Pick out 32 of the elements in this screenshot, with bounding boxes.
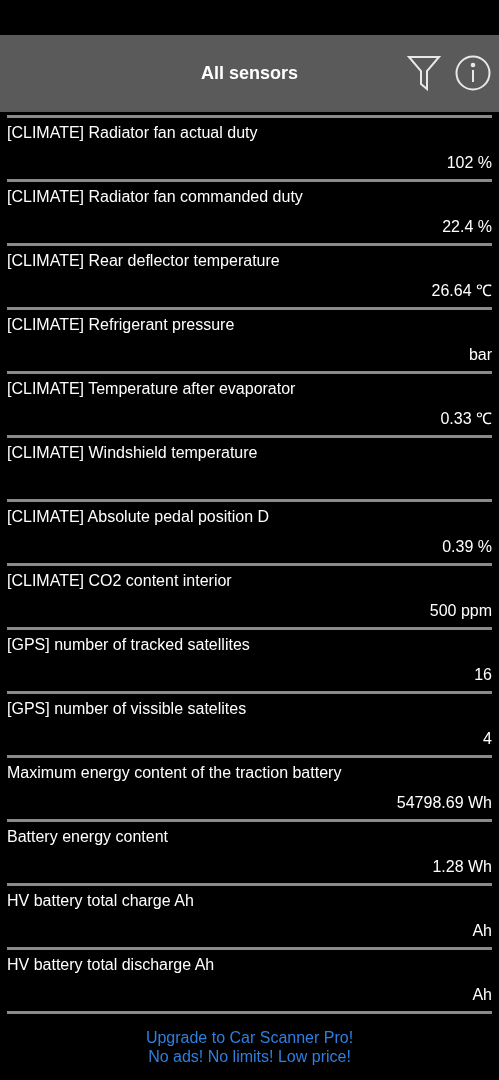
sensor-name: [CLIMATE] Radiator fan actual duty — [7, 123, 258, 143]
sensor-value: 26.64 ℃ — [431, 281, 492, 301]
sensor-value: 0.39 % — [442, 537, 492, 557]
sensor-value: 1.28 Wh — [432, 857, 492, 877]
sensor-name: [CLIMATE] CO2 content interior — [7, 571, 232, 591]
upgrade-link[interactable]: Upgrade to Car Scanner Pro! — [145, 1028, 354, 1047]
sensor-value: 4 — [483, 729, 492, 749]
sensor-name: Battery energy content — [7, 827, 168, 847]
sensor-name: HV battery total discharge Ah — [7, 955, 215, 975]
sensor-name: [CLIMATE] Absolute pedal position D — [7, 507, 270, 527]
sensor-name: [GPS] number of tracked satellites — [7, 635, 250, 655]
sensor-name: [CLIMATE] Rear deflector temperature — [7, 251, 280, 271]
info-icon[interactable] — [455, 55, 491, 91]
sensor-value: 22.4 % — [442, 217, 492, 237]
filter-icon[interactable] — [407, 55, 441, 91]
sensor-value: 0.33 ℃ — [440, 409, 492, 429]
sensor-value: 54798.69 Wh — [396, 793, 492, 813]
sensor-name: [CLIMATE] Temperature after evaporator — [7, 379, 296, 399]
sensor-value: 500 ppm — [429, 601, 492, 621]
sensor-value: bar — [468, 345, 492, 365]
sensor-value: 102 % — [446, 153, 492, 173]
sensor-name: HV battery total charge Ah — [7, 891, 194, 911]
sensor-name: Maximum energy content of the traction battery — [7, 763, 342, 783]
sensor-name: [CLIMATE] Refrigerant pressure — [7, 315, 235, 335]
sensor-name: [GPS] number of vissible satelites — [7, 699, 247, 719]
sensor-name: [CLIMATE] Radiator fan commanded duty — [7, 187, 303, 207]
sensor-value: Ah — [472, 921, 492, 941]
sensor-value: Ah — [472, 985, 492, 1005]
upgrade-link[interactable]: No ads! No limits! Low price! — [148, 1047, 351, 1066]
header-title: All sensors — [200, 62, 298, 85]
sensor-name: [CLIMATE] Windshield temperature — [7, 443, 258, 463]
sensor-value: 16 — [474, 665, 492, 685]
